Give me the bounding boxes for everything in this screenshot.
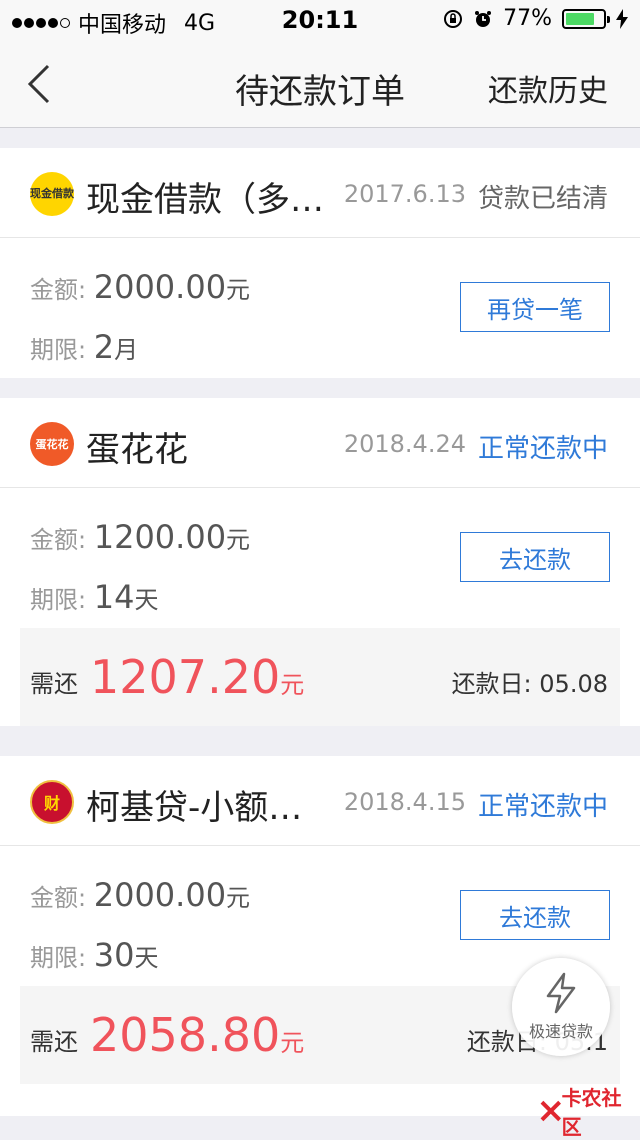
due-label: 需还	[30, 1028, 78, 1056]
lender-logo: 现金借款	[30, 172, 74, 216]
due-amount: 2058.80元	[90, 1008, 304, 1062]
order-header[interactable]: 现金借款 现金借款（多… 2017.6.13 贷款已结清	[0, 148, 640, 238]
term-unit: 月	[114, 336, 139, 364]
order-card: 蛋花花 蛋花花 2018.4.24 正常还款中 金额: 1200.00元 期限:…	[0, 398, 640, 726]
rotation-lock-icon	[444, 9, 463, 28]
amount-unit: 元	[226, 526, 251, 554]
repay-button[interactable]: 去还款	[460, 890, 610, 940]
watermark-logo-icon	[540, 1100, 561, 1122]
battery-fill	[566, 12, 594, 25]
order-header[interactable]: 财 柯基贷-小额… 2018.4.15 正常还款中	[0, 756, 640, 846]
term-value: 2	[93, 328, 115, 366]
amount-label: 金额:	[30, 884, 94, 912]
fast-loan-label: 极速贷款	[528, 1022, 593, 1041]
repay-button[interactable]: 去还款	[460, 532, 610, 582]
repayment-history-link[interactable]: 还款历史	[488, 66, 608, 110]
lender-logo: 蛋花花	[30, 422, 74, 466]
lender-name: 现金借款（多…	[86, 180, 324, 220]
order-date: 2018.4.24	[343, 430, 466, 458]
order-header[interactable]: 蛋花花 蛋花花 2018.4.24 正常还款中	[0, 398, 640, 488]
charging-icon	[616, 8, 628, 29]
due-amount: 1207.20元	[90, 650, 304, 704]
due-amount-value: 1207.20	[90, 650, 281, 704]
term-unit: 天	[134, 586, 159, 614]
due-amount-unit: 元	[280, 671, 305, 699]
term-value: 14	[93, 578, 135, 616]
order-date: 2018.4.15	[343, 788, 466, 816]
status-bar: 中国移动 4G 20:11 77%	[0, 0, 640, 40]
order-body: 金额: 2000.00元 期限: 2月 再贷一笔	[0, 238, 640, 378]
term-row: 期限: 2月	[30, 328, 138, 366]
term-label: 期限:	[30, 944, 94, 972]
term-row: 期限: 14天	[30, 578, 158, 616]
due-date-label: 还款日:	[451, 670, 540, 698]
order-status: 正常还款中	[477, 792, 608, 822]
lender-name: 柯基贷-小额…	[86, 788, 303, 828]
nav-bar: 待还款订单 还款历史	[0, 40, 640, 128]
order-card: 现金借款 现金借款（多… 2017.6.13 贷款已结清 金额: 2000.00…	[0, 148, 640, 378]
lightning-icon	[546, 972, 576, 1014]
watermark: 卡农社区	[540, 1082, 640, 1140]
status-right: 77%	[443, 6, 628, 31]
due-date-value: 05.08	[539, 670, 608, 698]
lender-name: 蛋花花	[86, 430, 188, 470]
order-body: 金额: 1200.00元 期限: 14天 去还款	[0, 488, 640, 628]
due-amount-value: 2058.80	[90, 1008, 281, 1062]
battery-percent: 77%	[503, 6, 552, 31]
amount-row: 金额: 1200.00元	[30, 518, 250, 556]
due-label: 需还	[30, 670, 78, 698]
order-status: 贷款已结清	[477, 184, 608, 214]
amount-label: 金额:	[30, 526, 94, 554]
amount-label: 金额:	[30, 276, 94, 304]
term-label: 期限:	[30, 586, 94, 614]
amount-value: 1200.00	[93, 518, 227, 556]
amount-row: 金额: 2000.00元	[30, 876, 250, 914]
battery-icon	[562, 8, 610, 29]
order-card: 财 柯基贷-小额… 2018.4.15 正常还款中 金额: 2000.00元 期…	[0, 756, 640, 1116]
fast-loan-button[interactable]: 极速贷款	[512, 958, 610, 1056]
order-status: 正常还款中	[477, 434, 608, 464]
order-date: 2017.6.13	[343, 180, 466, 208]
term-value: 30	[93, 936, 135, 974]
due-date: 还款日: 05.08	[452, 664, 608, 699]
due-amount-unit: 元	[280, 1029, 305, 1057]
watermark-text: 卡农社区	[561, 1086, 622, 1139]
term-label: 期限:	[30, 336, 94, 364]
amount-unit: 元	[226, 276, 251, 304]
term-row: 期限: 30天	[30, 936, 158, 974]
amount-unit: 元	[226, 884, 251, 912]
due-box: 需还 1207.20元 还款日: 05.08	[20, 628, 620, 726]
lender-logo: 财	[30, 780, 74, 824]
borrow-again-button[interactable]: 再贷一笔	[460, 282, 610, 332]
alarm-icon	[475, 10, 492, 27]
amount-value: 2000.00	[93, 876, 227, 914]
term-unit: 天	[134, 944, 159, 972]
amount-row: 金额: 2000.00元	[30, 268, 250, 306]
amount-value: 2000.00	[93, 268, 227, 306]
